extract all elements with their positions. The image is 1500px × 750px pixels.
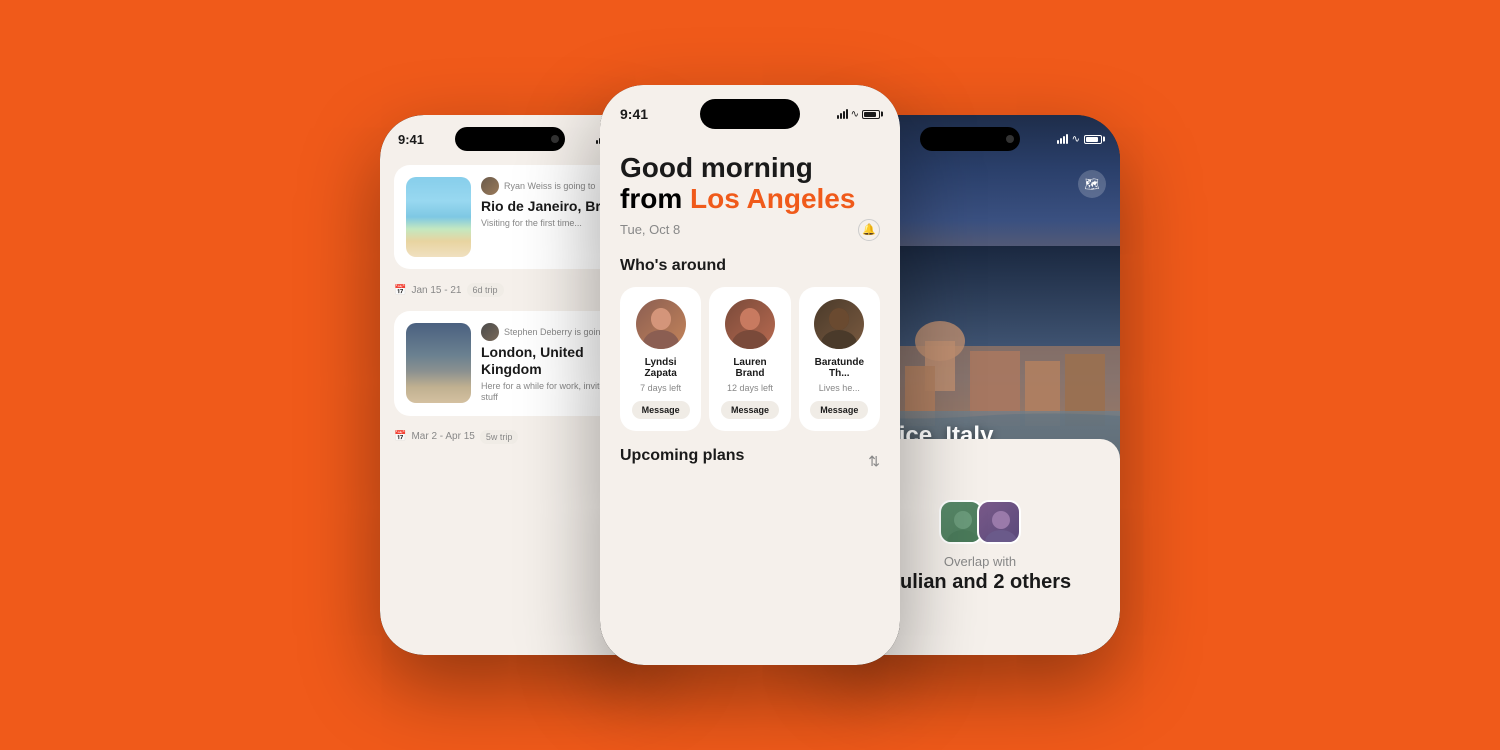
trip-date-range-rio: Jan 15 - 21 — [411, 285, 461, 296]
phones-container: 9:41 📶 — [300, 65, 1200, 685]
lauren-avatar — [725, 299, 775, 349]
date-line: Tue, Oct 8 🔔 — [620, 219, 880, 241]
overlap-name: Julian and 2 others — [889, 571, 1071, 594]
center-time: 9:41 — [620, 106, 700, 122]
sort-icon[interactable]: ⇅ — [868, 453, 880, 470]
notification-bell-icon[interactable]: 🔔 — [858, 219, 880, 241]
right-status-icons: ∿ — [1057, 134, 1102, 145]
center-body: Good morning from Los Angeles Tue, Oct 8… — [600, 137, 900, 493]
whos-around-list: Lyndsi Zapata 7 days left Message — [620, 287, 880, 431]
greeting-from-prefix: from — [620, 183, 690, 214]
right-battery-icon — [1084, 135, 1102, 144]
greeting-city: Los Angeles — [690, 183, 855, 214]
center-status-icons: ∿ — [800, 109, 880, 120]
greeting-line2: from Los Angeles — [620, 184, 880, 215]
upcoming-plans-title: Upcoming plans — [620, 447, 744, 465]
baratunde-name: Baratunde Th... — [809, 357, 870, 379]
lauren-name: Lauren Brand — [719, 357, 780, 379]
center-signal-icon — [837, 109, 848, 119]
lauren-message-btn[interactable]: Message — [721, 401, 779, 419]
trip-thumbnail-london — [406, 323, 471, 403]
person-card-lyndsi[interactable]: Lyndsi Zapata 7 days left Message — [620, 287, 701, 431]
overlap-avatar-2 — [977, 500, 1021, 544]
stephen-name: Stephen Deberry is going to — [504, 327, 616, 337]
lyndsi-message-btn[interactable]: Message — [632, 401, 690, 419]
whos-around-title: Who's around — [620, 257, 880, 275]
lyndsi-name: Lyndsi Zapata — [630, 357, 691, 379]
center-screen: 9:41 ∿ Good morning from Los Angeles Tu — [600, 85, 900, 665]
ryan-name: Ryan Weiss is going to — [504, 181, 595, 191]
date-text: Tue, Oct 8 — [620, 222, 680, 237]
map-button[interactable]: 🗺 — [1078, 170, 1106, 198]
baratunde-message-btn[interactable]: Message — [810, 401, 868, 419]
lyndsi-avatar — [636, 299, 686, 349]
left-time: 9:41 — [398, 132, 424, 147]
right-dynamic-island — [920, 127, 1020, 151]
baratunde-avatar — [814, 299, 864, 349]
calendar-icon: 📅 — [394, 285, 406, 296]
stephen-avatar — [481, 323, 499, 341]
phone-center: 9:41 ∿ Good morning from Los Angeles Tu — [600, 85, 900, 665]
right-signal-icon — [1057, 134, 1068, 144]
person-card-baratunde[interactable]: Baratunde Th... Lives he... Message — [799, 287, 880, 431]
trip-duration-london: 5w trip — [480, 430, 519, 444]
trip-duration-rio: 6d trip — [467, 283, 504, 297]
center-dynamic-island — [700, 99, 800, 129]
upcoming-plans-header: Upcoming plans ⇅ — [620, 447, 880, 477]
baratunde-status: Lives he... — [819, 383, 860, 393]
calendar-icon-2: 📅 — [394, 431, 406, 442]
right-wifi-icon: ∿ — [1072, 134, 1080, 145]
lauren-status: 12 days left — [727, 383, 773, 393]
person-card-lauren[interactable]: Lauren Brand 12 days left Message — [709, 287, 790, 431]
center-battery-icon — [862, 110, 880, 119]
trip-date-range-london: Mar 2 - Apr 15 — [411, 431, 474, 442]
center-status-bar: 9:41 ∿ — [600, 85, 900, 137]
lyndsi-status: 7 days left — [640, 383, 681, 393]
center-wifi-icon: ∿ — [851, 109, 859, 120]
left-dynamic-island — [455, 127, 565, 151]
ryan-avatar — [481, 177, 499, 195]
greeting-line1: Good morning — [620, 153, 880, 184]
overlap-label: Overlap with — [944, 554, 1016, 571]
trip-thumbnail-rio — [406, 177, 471, 257]
overlap-avatars — [939, 500, 1021, 544]
